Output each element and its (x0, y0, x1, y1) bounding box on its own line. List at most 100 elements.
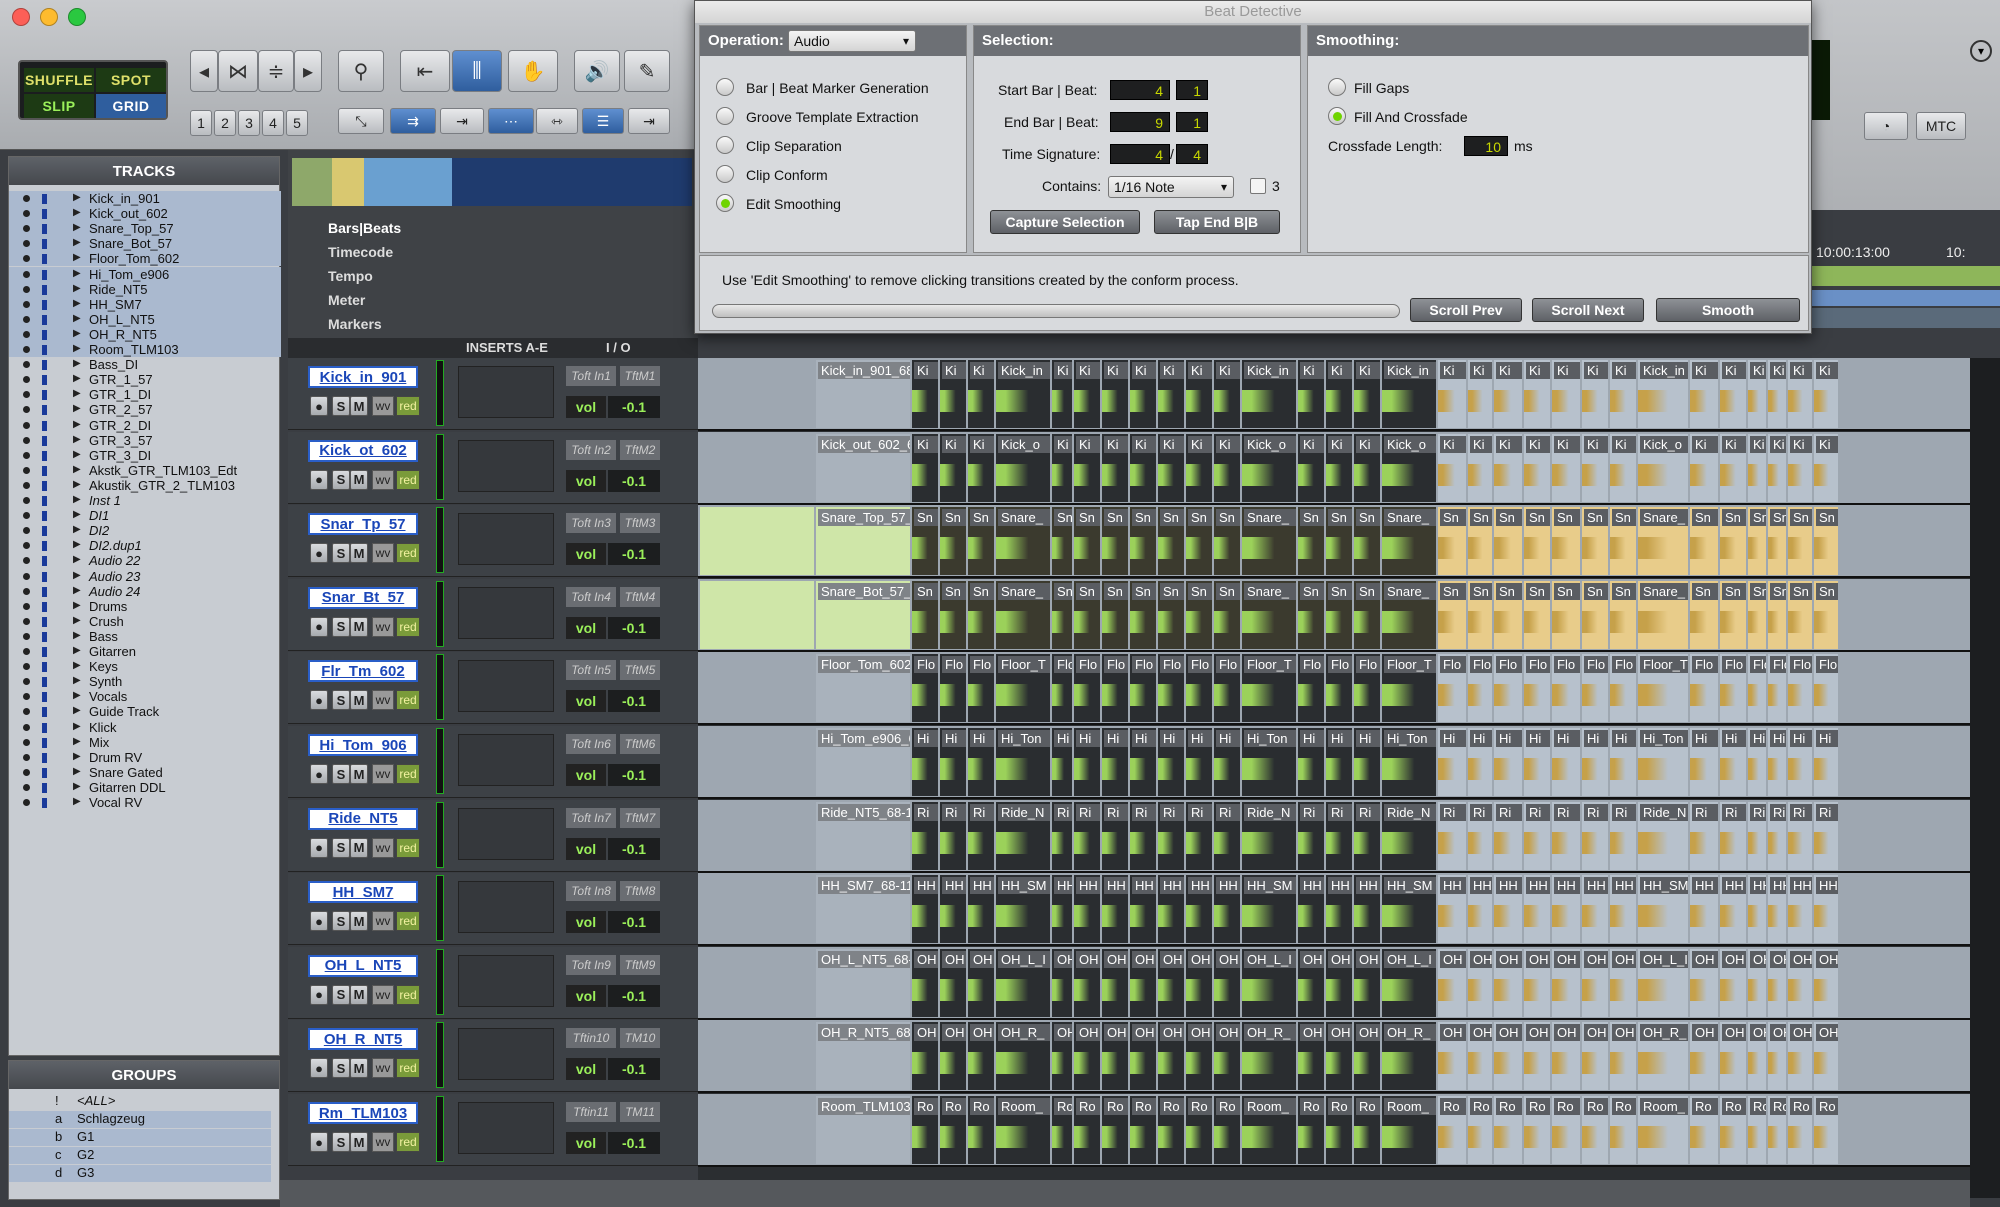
audio-clip[interactable]: OH (1074, 1022, 1100, 1091)
track-show-dot-icon[interactable] (23, 421, 30, 429)
audio-clip[interactable]: Sn (1690, 507, 1718, 576)
audio-clip[interactable]: Flo (1494, 654, 1522, 723)
audio-clip[interactable]: Ro (1438, 1096, 1466, 1164)
track-name-field[interactable]: Hi_Tom_906 (308, 734, 418, 756)
audio-clip[interactable]: OH (1582, 1022, 1608, 1091)
input-selector[interactable]: Toft In8 (566, 881, 616, 902)
volume-value[interactable]: -0.1 (608, 690, 660, 713)
audio-clip[interactable]: Sn (1214, 507, 1240, 576)
audio-clip[interactable]: Kick_in_901_68-118 (816, 360, 910, 428)
metronome-button[interactable]: ◔ (1864, 112, 1908, 140)
audio-clip[interactable]: OH (1552, 1022, 1580, 1091)
audio-clip[interactable]: Ri (1768, 801, 1786, 870)
volume-value[interactable]: -0.1 (608, 1132, 660, 1154)
track-list-item[interactable]: ▶ OH_L_NT5 (9, 311, 281, 327)
audio-clip[interactable]: Ki (1326, 433, 1352, 502)
timebase-selector[interactable]: red (396, 984, 420, 1005)
audio-clip[interactable]: HH_SM (1242, 875, 1296, 944)
track-show-dot-icon[interactable] (23, 542, 30, 550)
track-list-item[interactable]: ▶ DI1 (9, 508, 281, 523)
track-list-item[interactable]: ▶ Crush (9, 614, 281, 629)
contains-dropdown[interactable]: 1/16 Note (1108, 176, 1234, 198)
audio-clip[interactable]: Hi (1768, 728, 1786, 796)
track-show-dot-icon[interactable] (23, 210, 30, 218)
tap-end-button[interactable]: Tap End B|B (1154, 210, 1280, 234)
audio-clip[interactable]: Sn (968, 580, 994, 649)
audio-clip[interactable]: HH (1102, 875, 1128, 944)
input-selector[interactable]: Toft In2 (566, 439, 616, 460)
timebase-selector[interactable]: red (396, 543, 420, 564)
audio-clip[interactable]: Room_TLM103_68-1 (816, 1096, 910, 1164)
track-show-dot-icon[interactable] (23, 753, 30, 761)
track-list-item[interactable]: ▶ GTR_1_57 (9, 372, 281, 387)
track-list-item[interactable]: ▶ Room_TLM103 (9, 342, 281, 357)
mute-button[interactable]: M (350, 616, 368, 637)
audio-clip[interactable]: OH (940, 1022, 966, 1091)
track-view-selector[interactable]: wv (372, 1058, 394, 1079)
track-show-dot-icon[interactable] (23, 648, 30, 655)
audio-clip[interactable]: OH (1748, 1022, 1766, 1091)
track-show-dot-icon[interactable] (23, 361, 30, 369)
audio-clip[interactable]: HH (968, 875, 994, 944)
track-show-dot-icon[interactable] (23, 255, 30, 263)
audio-clip[interactable]: Ro (1298, 1096, 1324, 1164)
solo-button[interactable]: S (332, 543, 350, 564)
track-expand-triangle-icon[interactable]: ▶ (73, 192, 81, 203)
audio-clip[interactable]: OH_L_NT5_68-118 (816, 948, 910, 1017)
audio-clip[interactable]: HH (940, 875, 966, 944)
solo-button[interactable]: S (332, 1058, 350, 1079)
audio-clip[interactable]: OH (1524, 948, 1550, 1017)
vertical-scrollbar[interactable] (1970, 358, 2000, 1198)
scroll-prev-button[interactable]: Scroll Prev (1410, 298, 1522, 322)
track-list-item[interactable]: ▶ Bass (9, 629, 281, 644)
audio-clip[interactable]: OH (1214, 948, 1240, 1017)
mtc-button[interactable]: MTC (1916, 112, 1966, 140)
track-show-dot-icon[interactable] (23, 406, 30, 414)
audio-clip[interactable]: Floor_T (1638, 654, 1688, 723)
mute-button[interactable]: M (350, 396, 368, 416)
audio-clip[interactable]: Ki (1720, 360, 1746, 428)
audio-clip[interactable]: OH (1610, 948, 1636, 1017)
audio-clip[interactable]: Flo (1214, 654, 1240, 723)
audio-clip[interactable]: Ro (968, 1096, 994, 1164)
volume-value[interactable]: -0.1 (608, 616, 660, 639)
audio-clip[interactable]: Ki (1524, 360, 1550, 428)
slip-mode-button[interactable]: SLIP (24, 94, 94, 118)
audio-clip[interactable]: OH (1102, 1022, 1128, 1091)
markers-ruler-label[interactable]: Markers (328, 316, 382, 338)
track-show-dot-icon[interactable] (23, 632, 30, 640)
mute-button[interactable]: M (350, 690, 368, 711)
timebase-selector[interactable]: red (396, 690, 420, 711)
zoom-preset-3-button[interactable]: 3 (238, 110, 260, 136)
track-expand-triangle-icon[interactable]: ▶ (73, 690, 81, 701)
track-show-dot-icon[interactable] (23, 240, 30, 248)
track-list-item[interactable]: ▶ Keys (9, 659, 281, 674)
audio-clip[interactable]: HH (1720, 875, 1746, 944)
track-show-dot-icon[interactable] (23, 497, 30, 504)
track-view-selector[interactable]: wv (372, 616, 394, 637)
audio-clip[interactable]: Ro (1610, 1096, 1636, 1164)
track-lane[interactable]: HH_SM7_68-118HHHHHHHH_SMHHHHHHHHHHHHHHHH… (698, 873, 1970, 947)
record-enable-button[interactable]: ● (310, 911, 328, 932)
audio-clip[interactable]: Ki (1582, 360, 1608, 428)
close-window-button[interactable] (12, 8, 30, 26)
audio-clip[interactable]: OH (1298, 948, 1324, 1017)
volume-value[interactable]: -0.1 (608, 764, 660, 786)
track-expand-triangle-icon[interactable]: ▶ (73, 373, 81, 384)
operation-mode-radio[interactable] (716, 78, 734, 96)
inserts-slots[interactable] (458, 1102, 554, 1154)
audio-clip[interactable]: HH (1354, 875, 1380, 944)
track-show-dot-icon[interactable] (23, 270, 30, 278)
audio-clip[interactable]: Hi (1158, 728, 1184, 796)
smart-tool-icon[interactable]: ⫼ (452, 50, 502, 92)
audio-clip[interactable]: HH (1814, 875, 1838, 944)
track-name-field[interactable]: Rm_TLM103 (308, 1102, 418, 1124)
time-signature-numerator-field[interactable]: 4 (1110, 144, 1170, 164)
output-selector[interactable]: TftM9 (620, 954, 660, 975)
audio-clip[interactable]: Sn (1552, 580, 1580, 649)
track-expand-triangle-icon[interactable]: ▶ (73, 705, 81, 716)
mute-button[interactable]: M (350, 837, 368, 858)
audio-clip[interactable]: Ri (1438, 801, 1466, 870)
audio-clip[interactable]: Sn (1326, 580, 1352, 649)
track-view-selector[interactable]: wv (372, 396, 394, 416)
